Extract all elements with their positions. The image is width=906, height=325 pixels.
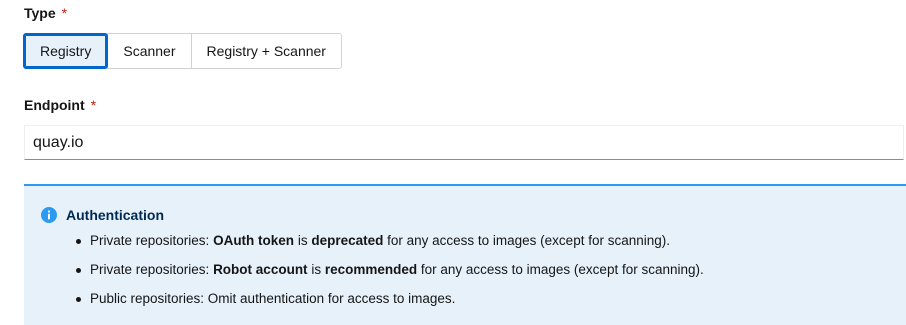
- endpoint-input[interactable]: [24, 125, 904, 160]
- list-item-bold: recommended: [324, 262, 418, 277]
- authentication-alert: Authentication Private repositories: OAu…: [24, 184, 906, 325]
- info-icon: [41, 207, 57, 223]
- endpoint-label: Endpoint *: [24, 97, 96, 113]
- required-marker: *: [61, 5, 68, 21]
- list-item: Private repositories: OAuth token is dep…: [72, 232, 704, 261]
- type-label: Type *: [24, 5, 67, 21]
- list-item-text: for any access to images (except for sca…: [417, 262, 704, 277]
- list-item-text: is: [307, 262, 325, 277]
- type-option-registry-scanner[interactable]: Registry + Scanner: [190, 33, 342, 69]
- list-item: Private repositories: Robot account is r…: [72, 261, 704, 290]
- type-option-registry[interactable]: Registry: [23, 33, 109, 69]
- list-item-bold: Robot account: [213, 262, 308, 277]
- list-item-text: Private repositories:: [90, 233, 214, 248]
- list-item-text: Private repositories:: [90, 262, 214, 277]
- list-item: Public repositories: Omit authentication…: [72, 290, 704, 319]
- list-item-bold: OAuth token: [213, 233, 295, 248]
- list-item-text: is: [294, 233, 312, 248]
- registry-form: Type * Registry Scanner Registry + Scanne…: [0, 0, 906, 325]
- type-label-text: Type: [24, 5, 56, 21]
- type-toggle-group: Registry Scanner Registry + Scanner: [23, 33, 342, 69]
- alert-title: Authentication: [66, 207, 164, 223]
- required-marker: *: [90, 97, 97, 113]
- list-item-bold: deprecated: [311, 233, 384, 248]
- endpoint-label-text: Endpoint: [24, 97, 85, 113]
- list-item-text: Public repositories: Omit authentication…: [90, 291, 456, 306]
- type-option-scanner[interactable]: Scanner: [107, 33, 192, 69]
- list-item-text: for any access to images (except for sca…: [383, 233, 670, 248]
- alert-list: Private repositories: OAuth token is dep…: [72, 232, 704, 319]
